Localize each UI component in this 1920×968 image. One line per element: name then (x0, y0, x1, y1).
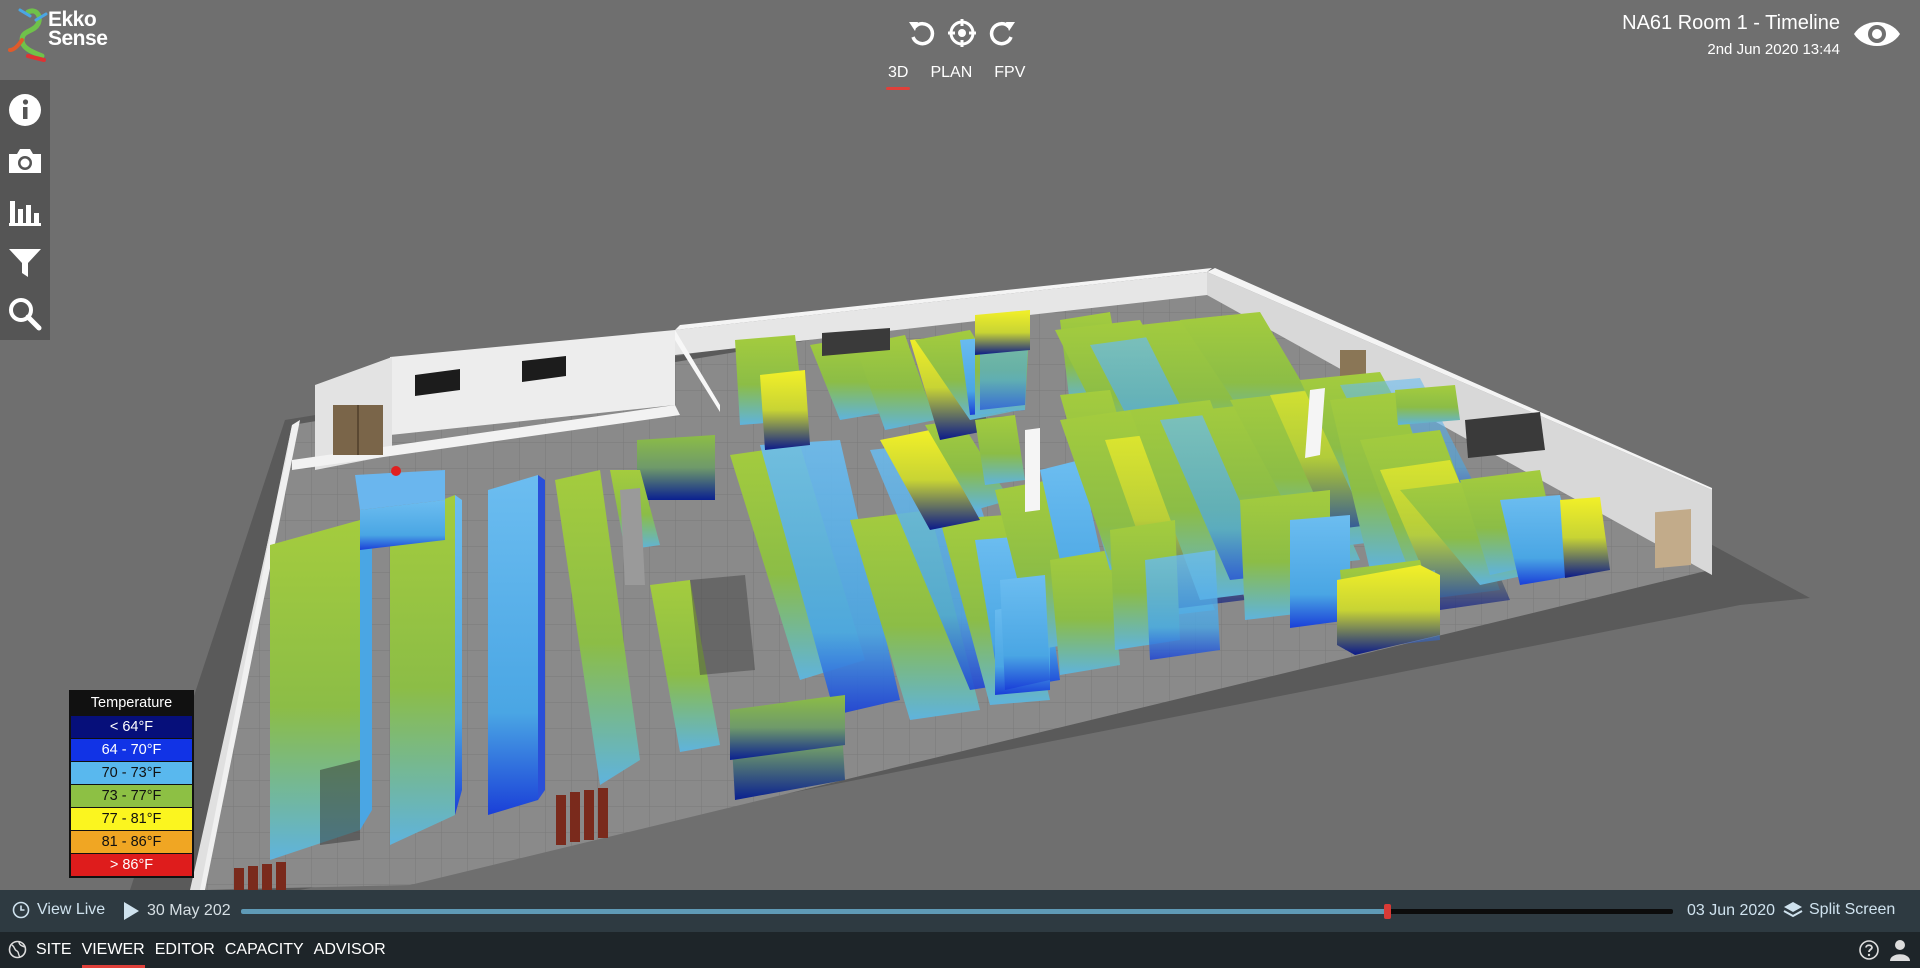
search-button[interactable] (0, 289, 50, 340)
nav-site[interactable]: SITE (36, 941, 72, 965)
nav-capacity[interactable]: CAPACITY (225, 941, 304, 965)
nav-editor[interactable]: EDITOR (155, 941, 215, 965)
filter-button[interactable] (0, 238, 50, 289)
split-screen-button[interactable]: Split Screen (1783, 901, 1895, 919)
legend-row: < 64°F (71, 715, 192, 738)
user-button[interactable] (1888, 938, 1912, 967)
timeline-start-date: 30 May 2020 (147, 902, 231, 919)
3d-floor-scene[interactable] (0, 0, 1920, 968)
bottom-navigation: SITE VIEWER EDITOR CAPACITY ADVISOR (0, 932, 1920, 968)
rotate-left-button[interactable] (905, 16, 939, 50)
camera-controls (905, 16, 1019, 50)
view-mode-tabs: 3D PLAN FPV (885, 64, 1025, 90)
layers-icon (1783, 902, 1803, 918)
timeline-slider[interactable] (241, 904, 1673, 919)
legend-row: 81 - 86°F (71, 830, 192, 853)
legend-row: > 86°F (71, 853, 192, 876)
gecko-logo-icon (8, 8, 48, 62)
left-toolbar (0, 80, 50, 340)
bar-chart-icon (9, 201, 41, 226)
rotate-right-button[interactable] (985, 16, 1019, 50)
timeline-progress (241, 909, 1387, 914)
help-button[interactable] (1858, 939, 1880, 966)
legend-row: 70 - 73°F (71, 761, 192, 784)
recenter-button[interactable] (945, 16, 979, 50)
room-title-block: NA61 Room 1 - Timeline 2nd Jun 2020 13:4… (1622, 12, 1840, 58)
camera-button[interactable] (0, 135, 50, 186)
split-screen-label: Split Screen (1809, 901, 1896, 918)
clock-icon (12, 901, 30, 919)
rotate-left-icon (909, 21, 935, 46)
tab-fpv[interactable]: FPV (994, 64, 1025, 90)
timeline-handle[interactable] (1383, 904, 1391, 919)
ekko-sense-logo: Ekko Sense (8, 6, 120, 62)
room-date: 2nd Jun 2020 13:44 (1707, 41, 1840, 58)
legend-row: 64 - 70°F (71, 738, 192, 761)
nav-advisor[interactable]: ADVISOR (314, 941, 386, 965)
play-icon (124, 902, 139, 920)
crosshair-icon (948, 19, 976, 47)
timeline-bar: View Live 30 May 2020 03 Jun 2020 Split … (0, 890, 1920, 932)
legend-row: 73 - 77°F (71, 784, 192, 807)
view-live-button[interactable]: View Live (12, 901, 105, 919)
globe-icon (8, 940, 27, 959)
logo-text-line2: Sense (48, 27, 108, 50)
visibility-button[interactable] (1852, 14, 1902, 54)
help-icon (1859, 940, 1879, 960)
view-live-label: View Live (37, 901, 106, 918)
globe-button[interactable] (8, 940, 27, 964)
legend-title: Temperature (71, 692, 192, 715)
user-icon (1890, 940, 1910, 961)
chart-button[interactable] (0, 186, 50, 237)
room-title: NA61 Room 1 - Timeline (1622, 12, 1840, 34)
play-button[interactable] (122, 901, 140, 926)
search-icon (9, 298, 42, 331)
info-icon (9, 93, 41, 126)
filter-icon (9, 249, 41, 278)
rotate-right-icon (989, 21, 1015, 46)
eye-icon (1854, 22, 1900, 46)
camera-icon (9, 148, 41, 173)
tab-plan[interactable]: PLAN (930, 64, 972, 90)
tab-3d[interactable]: 3D (885, 64, 911, 90)
info-button[interactable] (0, 84, 50, 135)
legend-row: 77 - 81°F (71, 807, 192, 830)
timeline-end-date: 03 Jun 2020 (1687, 902, 1776, 919)
nav-viewer[interactable]: VIEWER (81, 941, 145, 968)
temperature-legend: Temperature < 64°F 64 - 70°F 70 - 73°F 73 -… (69, 690, 194, 878)
